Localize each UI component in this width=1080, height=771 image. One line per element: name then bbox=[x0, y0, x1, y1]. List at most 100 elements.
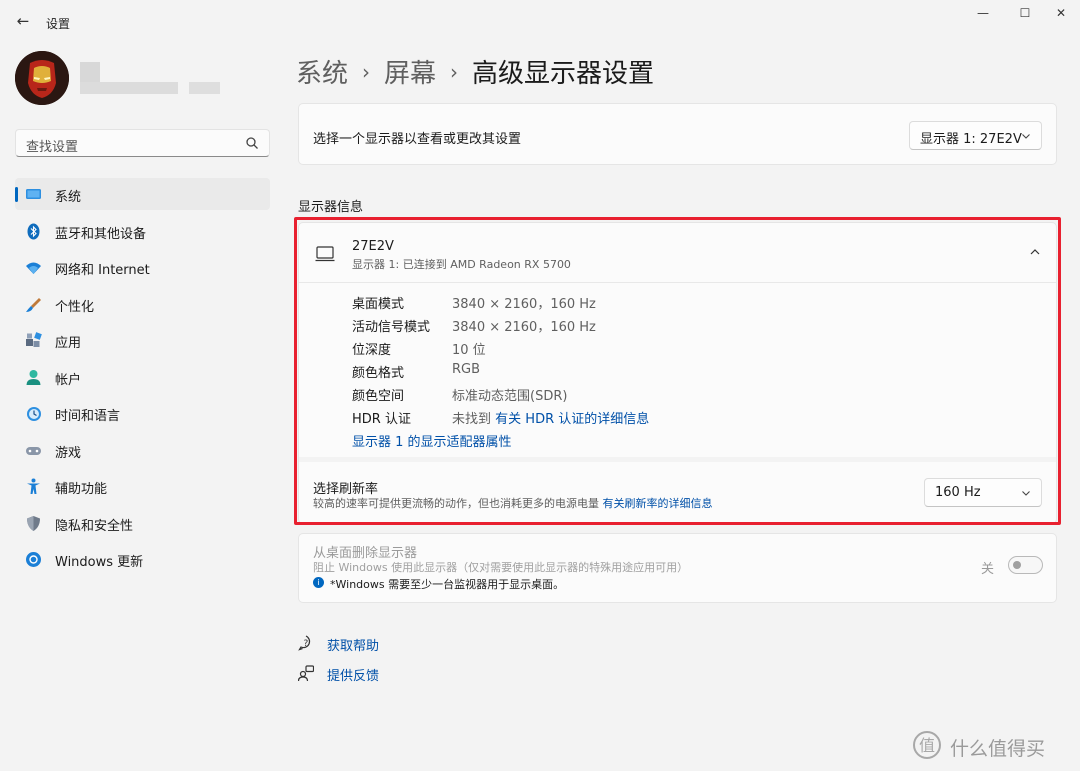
sidebar-item-label: 隐私和安全性 bbox=[55, 518, 134, 534]
remove-display-subtitle: 阻止 Windows 使用此显示器（仅对需要使用此显示器的特殊用途应用可用） bbox=[313, 561, 689, 574]
title-bar: ← 设置 — ☐ ✕ bbox=[0, 0, 1080, 44]
wifi-icon bbox=[26, 262, 41, 274]
sidebar-item-label: 时间和语言 bbox=[55, 409, 121, 424]
clock-icon bbox=[27, 407, 41, 421]
search-input[interactable]: 查找设置 bbox=[15, 129, 270, 157]
sidebar-item-gaming[interactable]: 游戏 bbox=[15, 434, 270, 466]
remove-display-card: 从桌面删除显示器 阻止 Windows 使用此显示器（仅对需要使用此显示器的特殊… bbox=[298, 533, 1057, 603]
info-icon: i bbox=[313, 577, 324, 588]
remove-display-toggle[interactable] bbox=[1008, 556, 1043, 574]
watermark-text: 什么值得买 bbox=[950, 738, 1046, 760]
breadcrumb: 系统 › 屏幕 › 高级显示器设置 bbox=[296, 53, 654, 90]
divider bbox=[299, 457, 1056, 462]
sidebar-item-label: 应用 bbox=[55, 336, 82, 351]
display-select[interactable]: 显示器 1: 27E2V bbox=[909, 121, 1042, 150]
property-value: 3840 × 2160，160 Hz bbox=[452, 297, 596, 312]
refresh-rate-select[interactable]: 160 Hz bbox=[924, 478, 1042, 507]
monitor-name: 27E2V bbox=[352, 239, 394, 254]
user-email-blurred bbox=[80, 82, 220, 94]
sidebar-item-label: 游戏 bbox=[55, 445, 82, 461]
svg-text:?: ? bbox=[304, 639, 309, 649]
monitor-icon bbox=[315, 246, 335, 262]
sidebar-item-windows-update[interactable]: Windows 更新 bbox=[15, 543, 270, 575]
search-placeholder: 查找设置 bbox=[26, 140, 79, 155]
feedback-icon bbox=[298, 665, 314, 681]
sidebar-item-system[interactable]: 系统 bbox=[15, 178, 270, 210]
system-icon bbox=[26, 189, 41, 199]
sidebar-item-accounts[interactable]: 帐户 bbox=[15, 361, 270, 393]
property-key: 活动信号模式 bbox=[352, 320, 431, 335]
close-button[interactable]: ✕ bbox=[1046, 4, 1076, 22]
breadcrumb-separator: › bbox=[362, 60, 371, 84]
refresh-rate-description: 较高的速率可提供更流畅的动作，但也消耗更多的电源电量 有关刷新率的详细信息 bbox=[313, 495, 713, 511]
account-icon bbox=[26, 369, 41, 385]
display-info-card: 27E2V 显示器 1: 已连接到 AMD Radeon RX 5700 桌面模… bbox=[298, 222, 1057, 524]
select-display-card: 选择一个显示器以查看或更改其设置 显示器 1: 27E2V bbox=[298, 103, 1057, 165]
refresh-rate-info-link[interactable]: 有关刷新率的详细信息 bbox=[603, 497, 713, 510]
sidebar-item-label: 个性化 bbox=[55, 299, 95, 315]
sidebar-item-personalization[interactable]: 个性化 bbox=[15, 288, 270, 320]
chevron-up-icon[interactable] bbox=[1029, 246, 1041, 258]
minimize-button[interactable]: — bbox=[968, 4, 998, 22]
brush-icon bbox=[26, 297, 41, 312]
refresh-rate-subtitle: 较高的速率可提供更流畅的动作，但也消耗更多的电源电量 bbox=[313, 497, 599, 510]
avatar[interactable] bbox=[15, 51, 69, 105]
maximize-button[interactable]: ☐ bbox=[1010, 4, 1040, 22]
section-title-display-info: 显示器信息 bbox=[298, 200, 364, 215]
svg-text:值: 值 bbox=[919, 736, 935, 755]
help-icon: ? bbox=[298, 635, 311, 651]
property-key: HDR 认证 bbox=[352, 412, 411, 427]
property-value: RGB bbox=[452, 362, 481, 377]
property-value: 10 位 bbox=[452, 343, 486, 358]
property-value: 3840 × 2160，160 Hz bbox=[452, 320, 596, 335]
breadcrumb-display[interactable]: 屏幕 bbox=[384, 59, 436, 89]
property-key: 颜色格式 bbox=[352, 366, 405, 381]
shield-icon bbox=[27, 515, 40, 531]
property-key: 桌面模式 bbox=[352, 297, 405, 312]
monitor-connection: 显示器 1: 已连接到 AMD Radeon RX 5700 bbox=[352, 258, 571, 271]
sidebar-item-accessibility[interactable]: 辅助功能 bbox=[15, 470, 270, 502]
update-icon bbox=[26, 552, 41, 567]
sidebar-item-time-language[interactable]: 时间和语言 bbox=[15, 397, 270, 429]
property-value: 未找到 有关 HDR 认证的详细信息 bbox=[452, 408, 649, 427]
display-select-value: 显示器 1: 27E2V bbox=[920, 132, 1022, 147]
get-help-label: 获取帮助 bbox=[327, 639, 380, 654]
sidebar-item-label: 辅助功能 bbox=[55, 482, 108, 497]
sidebar-item-label: Windows 更新 bbox=[55, 555, 144, 570]
hdr-info-link[interactable]: 有关 HDR 认证的详细信息 bbox=[495, 412, 649, 427]
property-key: 颜色空间 bbox=[352, 389, 405, 404]
ironman-avatar-icon bbox=[15, 51, 69, 105]
window-title: 设置 bbox=[46, 17, 71, 31]
property-value: 标准动态范围(SDR) bbox=[452, 389, 568, 404]
sidebar-item-label: 系统 bbox=[55, 190, 82, 205]
chevron-down-icon bbox=[1022, 491, 1030, 496]
adapter-properties-link[interactable]: 显示器 1 的显示适配器属性 bbox=[352, 431, 512, 450]
page-title: 高级显示器设置 bbox=[472, 59, 655, 89]
remove-display-note: *Windows 需要至少一台监视器用于显示桌面。 bbox=[330, 578, 565, 591]
refresh-rate-value: 160 Hz bbox=[935, 485, 981, 500]
gamepad-icon bbox=[26, 446, 41, 455]
sidebar-item-label: 蓝牙和其他设备 bbox=[55, 226, 147, 242]
apps-icon bbox=[26, 332, 42, 347]
sidebar-item-bluetooth[interactable]: 蓝牙和其他设备 bbox=[15, 215, 270, 247]
sidebar-nav: 系统 蓝牙和其他设备 网络和 Internet 个性化 应用 帐户 时间和语言 … bbox=[15, 178, 270, 580]
back-arrow-icon[interactable]: ← bbox=[14, 12, 32, 30]
feedback-label: 提供反馈 bbox=[327, 669, 380, 684]
toggle-state-label: 关 bbox=[981, 562, 995, 577]
sidebar-item-apps[interactable]: 应用 bbox=[15, 324, 270, 356]
watermark: 值 什么值得买 bbox=[910, 728, 1070, 762]
sidebar-item-network[interactable]: 网络和 Internet bbox=[15, 251, 270, 283]
sidebar-item-label: 帐户 bbox=[55, 372, 82, 388]
search-icon bbox=[246, 137, 258, 149]
chevron-down-icon bbox=[1022, 134, 1030, 139]
select-display-label: 选择一个显示器以查看或更改其设置 bbox=[313, 132, 522, 147]
sidebar-item-label: 网络和 Internet bbox=[55, 263, 150, 278]
smzdm-logo-icon: 值 bbox=[913, 731, 941, 759]
user-name-blurred bbox=[80, 62, 100, 82]
sidebar-item-privacy[interactable]: 隐私和安全性 bbox=[15, 507, 270, 539]
divider bbox=[299, 282, 1056, 283]
accessibility-icon bbox=[27, 478, 40, 494]
property-key: 位深度 bbox=[352, 343, 392, 358]
breadcrumb-system[interactable]: 系统 bbox=[296, 59, 348, 89]
hdr-status: 未找到 bbox=[452, 412, 492, 427]
